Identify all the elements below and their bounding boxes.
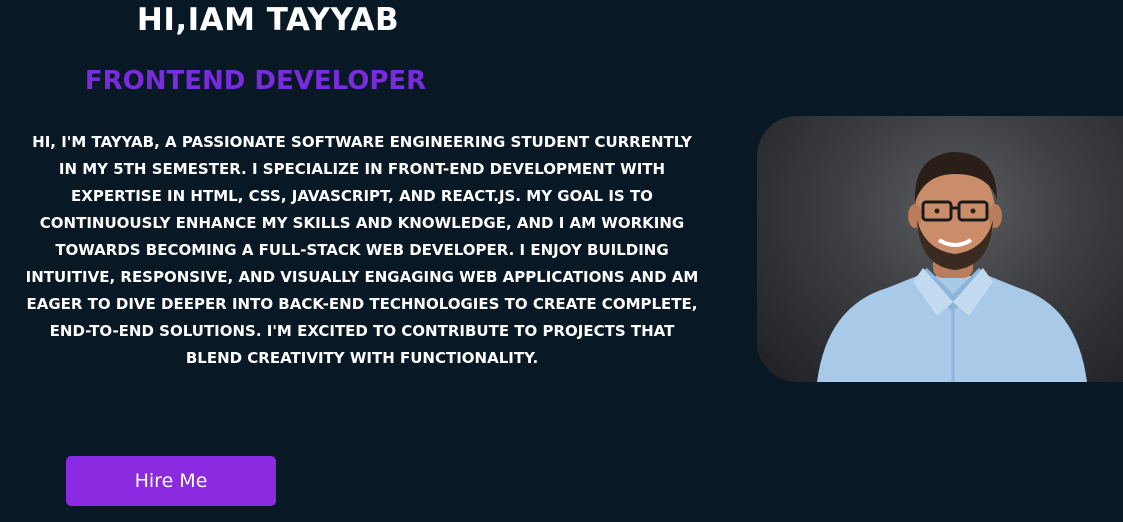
hire-me-button[interactable]: Hire Me [66, 456, 276, 506]
hero-section: HI,IAM TAYYAB FRONTEND DEVELOPER HI, I'M… [0, 0, 1123, 522]
role-title: FRONTEND DEVELOPER [84, 66, 427, 96]
greeting-heading: HI,IAM TAYYAB [136, 2, 400, 38]
profile-photo [757, 116, 1123, 382]
bio-paragraph: HI, I'M TAYYAB, A PASSIONATE SOFTWARE EN… [25, 133, 699, 367]
portrait-illustration [817, 152, 1087, 382]
